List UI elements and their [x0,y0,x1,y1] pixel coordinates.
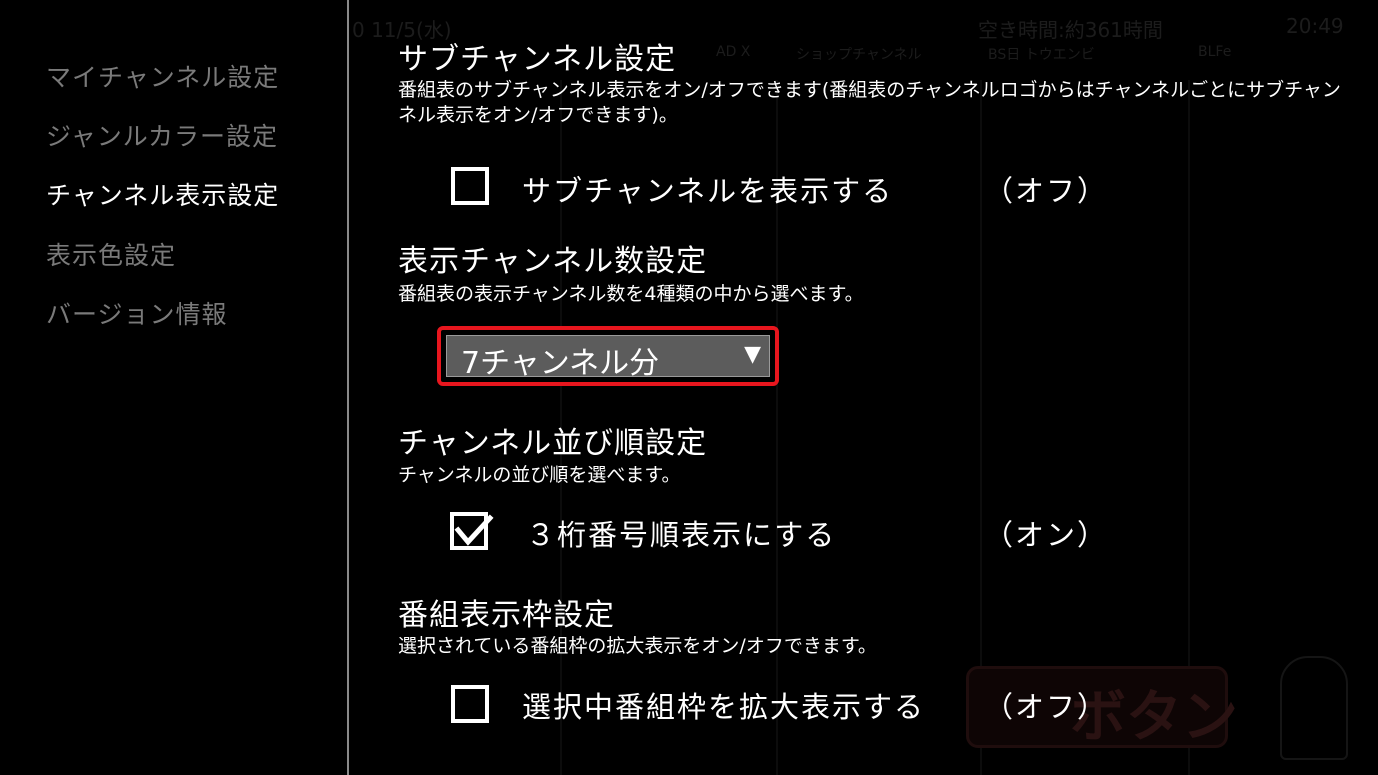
sidebar-item-display-color[interactable]: 表示色設定 [46,236,176,272]
section-title-channel-count: 表示チャンネル数設定 [398,244,708,279]
subchannel-state: （オフ） [984,174,1109,208]
channel-count-select[interactable]: 7チャンネル分 ▼ [446,335,770,381]
background-character-icon [1280,656,1348,760]
channel-order-state: （オン） [984,518,1109,552]
background-channel: ショップチャンネル [796,47,922,63]
program-frame-checkbox[interactable] [451,685,489,723]
sidebar-item-version-info[interactable]: バージョン情報 [46,295,228,331]
settings-sidebar: マイチャンネル設定 ジャンルカラー設定 チャンネル表示設定 表示色設定 バージョ… [0,0,347,775]
background-channel: BS日 トウエンビ [988,47,1095,63]
section-description-channel-order: チャンネルの並び順を選べます。 [398,464,681,486]
sidebar-item-channel-display[interactable]: チャンネル表示設定 [46,176,279,212]
settings-screen: 0 11/5(水) 空き時間:約361時間 20:49 AD X ショップチャン… [0,0,1378,775]
channel-count-select-focus[interactable]: 7チャンネル分 ▼ [437,326,779,386]
subchannel-checkbox[interactable] [451,167,489,205]
sidebar-divider [347,0,349,775]
program-frame-state: （オフ） [984,690,1109,724]
channel-count-selected-value: 7チャンネル分 [461,346,660,381]
section-description-program-frame: 選択されている番組枠の拡大表示をオン/オフできます。 [398,635,877,657]
dropdown-arrow-icon: ▼ [744,342,761,367]
section-title-program-frame: 番組表示枠設定 [398,598,615,633]
background-clock: 20:49 [1286,14,1344,38]
sidebar-item-genre-color[interactable]: ジャンルカラー設定 [46,117,278,153]
program-frame-option-label[interactable]: 選択中番組枠を拡大表示する [522,684,925,726]
subchannel-option-label[interactable]: サブチャンネルを表示する [522,168,893,210]
background-remaining-time: 空き時間:約361時間 [978,18,1163,42]
checkmark-icon [454,514,494,546]
channel-order-checkbox[interactable] [450,512,494,550]
background-channel: AD X [716,44,751,60]
sidebar-item-my-channel[interactable]: マイチャンネル設定 [46,58,279,94]
background-channel: BLFe [1198,44,1232,60]
section-description-channel-count: 番組表の表示チャンネル数を4種類の中から選べます。 [398,283,864,305]
section-title-subchannel: サブチャンネル設定 [398,42,677,77]
section-title-channel-order: チャンネル並び順設定 [398,426,708,461]
channel-order-option-label[interactable]: ３桁番号順表示にする [526,512,836,554]
section-description-subchannel: 番組表のサブチャンネル表示をオン/オフできます(番組表のチャンネルロゴからはチャ… [398,79,1341,126]
